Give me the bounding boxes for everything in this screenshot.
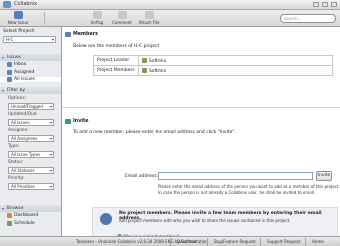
sidebar-item-all-issues[interactable]: All Issues xyxy=(0,77,61,82)
section-browse[interactable]: ▾ Browse xyxy=(0,205,61,212)
comment-icon xyxy=(117,11,127,19)
priority-label: Priority: xyxy=(8,176,25,181)
collapse-icon: ▾ xyxy=(2,88,5,93)
dashboard-icon xyxy=(7,213,12,218)
status-label: Status: xyxy=(8,160,24,165)
status-separator xyxy=(305,238,306,246)
search-input[interactable]: Search... xyxy=(280,14,336,23)
collapse-icon: ▾ xyxy=(2,55,5,60)
type-select[interactable]: All Issue Types xyxy=(8,151,54,158)
email-label: Email address: xyxy=(125,174,159,179)
documentation-link[interactable]: Documentation xyxy=(177,239,208,244)
notice-body: Add project members with who you wish to… xyxy=(119,218,291,223)
table-row: Project Leader Softmix xyxy=(93,55,333,66)
status-separator xyxy=(260,238,261,246)
user-icon xyxy=(142,67,147,73)
table-key: Project Leader xyxy=(93,55,139,66)
options-label: Options: xyxy=(8,96,27,101)
table-value: Softmix xyxy=(138,55,333,66)
invite-button[interactable]: Invite xyxy=(316,171,332,181)
assigned-icon xyxy=(7,70,12,75)
status-separator xyxy=(207,238,208,246)
table-row: Project Members Softmix xyxy=(93,65,333,76)
assignee-label: Assignee: xyxy=(8,128,29,133)
type-label: Type: xyxy=(8,144,20,149)
flag-icon xyxy=(92,11,102,19)
section-filter[interactable]: ▾ Filter by xyxy=(0,87,61,94)
attach-icon xyxy=(144,11,154,19)
schedule-icon xyxy=(7,221,12,226)
members-intro: Below are the members of H-C project xyxy=(73,44,160,49)
sidebar-item-inbox[interactable]: Inbox xyxy=(7,62,26,67)
comment-button[interactable]: Comment xyxy=(107,11,137,26)
options-select[interactable]: Unread/Flagged xyxy=(8,103,54,110)
sidebar: Select Project: H-C ▾Issues Inbox Assign… xyxy=(0,27,62,236)
user-icon xyxy=(142,57,147,63)
inbox-icon xyxy=(7,62,12,67)
home-link[interactable]: Home xyxy=(312,239,324,244)
window-title: Collabnix xyxy=(14,1,38,7)
invite-title: Invite xyxy=(65,119,89,124)
people-icon xyxy=(100,213,112,225)
attach-file-button[interactable]: Attach File xyxy=(134,11,164,26)
divider xyxy=(62,107,340,108)
select-project-label: Select Project: xyxy=(3,29,36,34)
email-help-1: Please enter the email address of the pe… xyxy=(158,184,340,189)
new-issue-icon xyxy=(13,11,23,19)
close-button[interactable] xyxy=(331,2,337,7)
toolbar: New Issue Unflag Comment Attach File Sea… xyxy=(0,10,340,27)
app-icon xyxy=(3,1,11,8)
all-issues-icon xyxy=(7,77,12,82)
support-request-link[interactable]: Support Request xyxy=(267,239,300,244)
updated-label: Updated/Due: xyxy=(8,112,38,117)
invite-intro: To add a new member, please enter his em… xyxy=(73,130,236,135)
bug-feature-link[interactable]: Bug/Feature Request xyxy=(214,239,256,244)
updated-select[interactable]: All Issues xyxy=(8,119,54,126)
sidebar-item-schedule[interactable]: Schedule xyxy=(7,221,35,226)
status-select[interactable]: All Statuses xyxy=(8,167,54,174)
table-value: Softmix xyxy=(138,65,333,76)
email-help-2: In case the person is not already a Coll… xyxy=(158,190,316,195)
section-issues[interactable]: ▾ Issues xyxy=(0,54,61,61)
project-select[interactable]: H-C xyxy=(3,36,56,43)
invite-icon xyxy=(65,119,71,124)
minimize-button[interactable] xyxy=(313,2,319,7)
members-table: Project Leader Softmix Project Members S… xyxy=(93,55,333,76)
sidebar-item-assigned[interactable]: Assigned xyxy=(7,70,34,75)
toolbar-separator xyxy=(44,12,45,25)
email-field[interactable] xyxy=(158,172,313,180)
sidebar-item-dashboard[interactable]: Dashboard xyxy=(7,213,38,218)
new-issue-button[interactable]: New Issue xyxy=(3,11,33,26)
members-icon xyxy=(65,32,71,37)
members-title: Members xyxy=(65,32,98,37)
priority-select[interactable]: All Priorities xyxy=(8,183,54,190)
main-content: Members Below are the members of H-C pro… xyxy=(62,27,340,245)
window-controls xyxy=(313,2,337,7)
collapse-icon: ▾ xyxy=(2,206,5,211)
maximize-button[interactable] xyxy=(322,2,328,7)
status-separator xyxy=(170,238,171,246)
status-bar: Taskease - Urubinan Collabnix v2.8.30 20… xyxy=(0,236,340,246)
title-bar: Collabnix xyxy=(0,0,340,10)
table-key: Project Members xyxy=(93,65,139,76)
assignee-select[interactable]: All Assignees xyxy=(8,135,54,142)
